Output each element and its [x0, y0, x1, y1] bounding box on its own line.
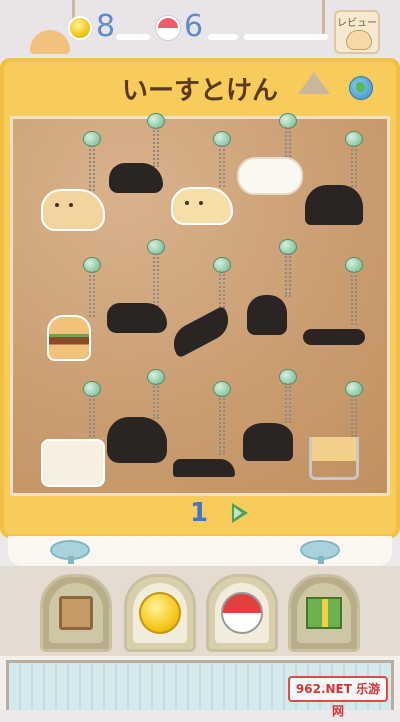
- charm-board: [10, 113, 390, 499]
- coin-count: 8: [96, 9, 116, 44]
- gacha-bar: [208, 34, 238, 40]
- coin-bar: [116, 34, 150, 40]
- globe-icon[interactable]: [349, 76, 373, 100]
- chain: [219, 145, 225, 187]
- charm-slot[interactable]: [295, 379, 375, 499]
- chain: [153, 383, 159, 419]
- page-title: いーすとけん: [121, 76, 278, 106]
- chain: [285, 253, 291, 297]
- title-row: いーすとけん: [0, 62, 400, 114]
- gacha-count: 6: [184, 9, 204, 44]
- knob: [300, 540, 340, 564]
- bread-hill-icon[interactable]: [298, 72, 330, 94]
- progress-bar: [244, 34, 328, 40]
- gift-icon: [306, 597, 342, 629]
- chain: [351, 145, 357, 187]
- locked-charm-silhouette: [109, 163, 163, 193]
- chain: [153, 127, 159, 167]
- tab-collection[interactable]: [40, 574, 112, 652]
- tab-inner: [133, 583, 187, 643]
- chain: [219, 271, 225, 311]
- next-arrow-icon[interactable]: [232, 503, 248, 523]
- locked-charm-silhouette: [243, 423, 293, 461]
- knob: [50, 540, 90, 564]
- locked-charm-silhouette: [173, 459, 235, 477]
- tab-gift[interactable]: [288, 574, 360, 652]
- chain: [351, 395, 357, 437]
- tab-inner: [297, 583, 351, 643]
- review-label: レビュー: [337, 18, 377, 29]
- gacha-capsule-icon: [221, 592, 263, 634]
- coin-icon: [68, 16, 92, 40]
- bread-dog-charm: [41, 189, 105, 231]
- burger-dog-charm: [47, 315, 91, 361]
- chain: [351, 271, 357, 325]
- locked-charm-silhouette: [305, 185, 363, 225]
- locked-charm-silhouette: [107, 303, 167, 333]
- coin-icon: [139, 592, 181, 634]
- review-button[interactable]: レビュー: [334, 10, 380, 54]
- rope: [322, 0, 325, 36]
- chain: [285, 127, 291, 157]
- tab-inner: [215, 583, 269, 643]
- bun-cluster-charm: [237, 157, 303, 195]
- bun-tray-charm: [41, 439, 105, 487]
- locked-charm-silhouette: [166, 305, 236, 359]
- chain: [153, 253, 159, 307]
- page-number: 1: [190, 498, 209, 528]
- chain: [89, 395, 95, 441]
- locked-charm-silhouette: [107, 417, 167, 463]
- gacha-capsule-icon: [156, 16, 180, 40]
- chain: [285, 383, 291, 423]
- chain: [89, 271, 95, 317]
- tab-coins[interactable]: [124, 574, 196, 652]
- chain: [89, 145, 95, 191]
- locked-charm-silhouette: [303, 329, 365, 345]
- tab-gacha[interactable]: [206, 574, 278, 652]
- dog-face-icon: [346, 30, 372, 50]
- tab-inner: [49, 583, 103, 643]
- locked-charm-silhouette: [247, 295, 287, 335]
- frame-icon: [59, 596, 93, 630]
- charm-slot[interactable]: [295, 255, 375, 375]
- charm-slot[interactable]: [295, 129, 375, 249]
- melonpan-charm: [171, 187, 233, 225]
- shopping-cart-charm: [309, 437, 359, 480]
- watermark: 962.NET 乐游网: [288, 676, 388, 718]
- chain: [219, 395, 225, 455]
